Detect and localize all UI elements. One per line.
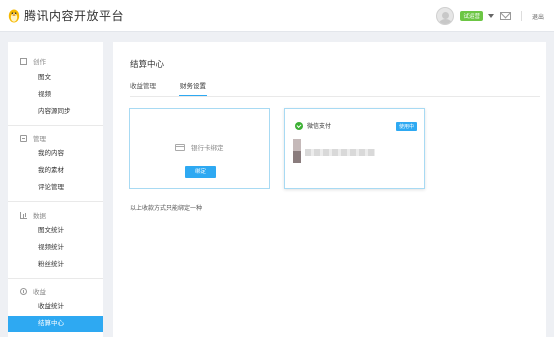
section-title: 数据	[33, 213, 46, 220]
chart-icon	[20, 211, 27, 219]
wechat-pay-panel[interactable]: 微信支付 使用中	[284, 108, 425, 189]
section-title: 收益	[33, 289, 46, 296]
page-title: 结算中心	[130, 59, 165, 69]
section-title: 创作	[33, 59, 46, 66]
blurred-avatar-bottom	[293, 151, 301, 163]
tab-income-management[interactable]: 收益管理	[130, 80, 156, 96]
sidebar-item-my-content[interactable]: 我的内容	[8, 146, 103, 162]
wechat-pay-label: 微信支付	[307, 124, 332, 130]
blurred-account-info	[293, 139, 375, 163]
manage-icon	[20, 134, 27, 142]
user-area: 试运营 退出	[436, 6, 544, 26]
main-panel: 结算中心 收益管理 财务设置 银行卡绑定 绑定 微信支付 使用中 以上收款方式只…	[113, 42, 546, 337]
tab-finance-settings[interactable]: 财务设置	[179, 80, 207, 96]
sidebar-item-fan-stats[interactable]: 粉丝统计	[8, 257, 103, 273]
edit-icon	[20, 57, 27, 65]
chevron-down-icon[interactable]	[487, 14, 494, 18]
logout-link[interactable]: 退出	[532, 12, 544, 21]
sidebar-item-income-stats[interactable]: 收益统计	[8, 299, 103, 315]
divider	[130, 96, 540, 97]
status-badge: 试运营	[460, 11, 483, 21]
platform-title: 腾讯内容开放平台	[24, 9, 125, 23]
sidebar-item-comments[interactable]: 评论管理	[8, 180, 103, 196]
income-icon	[20, 287, 27, 295]
sidebar-item-video-stats[interactable]: 视频统计	[8, 240, 103, 256]
sidebar-section-data: 数据	[20, 210, 46, 220]
sidebar-section-create: 创作	[20, 56, 46, 66]
bank-card-icon	[175, 143, 185, 151]
bank-card-panel: 银行卡绑定 绑定	[129, 108, 270, 189]
blurred-avatar-top	[293, 139, 301, 151]
sidebar-item-content-sync[interactable]: 内容源同步	[8, 104, 103, 120]
bank-card-row: 银行卡绑定	[175, 142, 224, 152]
wechat-pay-header: 微信支付	[295, 121, 331, 130]
sidebar: 创作 图文 视频 内容源同步 管理 我的内容 我的素材 评论管理 数据 图文统计…	[8, 42, 103, 337]
bank-card-label: 银行卡绑定	[191, 145, 224, 152]
sidebar-item-article[interactable]: 图文	[8, 70, 103, 86]
top-bar: 腾讯内容开放平台 试运营 退出	[0, 0, 554, 32]
sidebar-item-video[interactable]: 视频	[8, 87, 103, 103]
mail-icon[interactable]	[499, 12, 511, 20]
logo[interactable]: 腾讯内容开放平台	[8, 7, 124, 24]
blurred-account-name	[305, 149, 375, 156]
section-title: 管理	[33, 136, 46, 143]
binding-note: 以上收款方式只能绑定一种	[130, 206, 203, 212]
status-badge: 使用中	[395, 122, 417, 131]
bind-button[interactable]: 绑定	[185, 166, 216, 178]
penguin-logo-icon	[8, 8, 20, 23]
avatar[interactable]	[436, 7, 455, 25]
divider	[8, 201, 103, 202]
sidebar-item-settlement[interactable]: 结算中心	[8, 316, 103, 332]
sidebar-section-income: 收益	[20, 286, 46, 296]
divider	[520, 11, 522, 21]
sidebar-item-article-stats[interactable]: 图文统计	[8, 223, 103, 239]
sidebar-item-my-assets[interactable]: 我的素材	[8, 163, 103, 179]
wechat-check-icon	[295, 121, 303, 130]
sidebar-section-manage: 管理	[20, 133, 46, 143]
tab-bar: 收益管理 财务设置	[130, 80, 230, 96]
divider	[8, 278, 103, 279]
divider	[8, 125, 103, 126]
